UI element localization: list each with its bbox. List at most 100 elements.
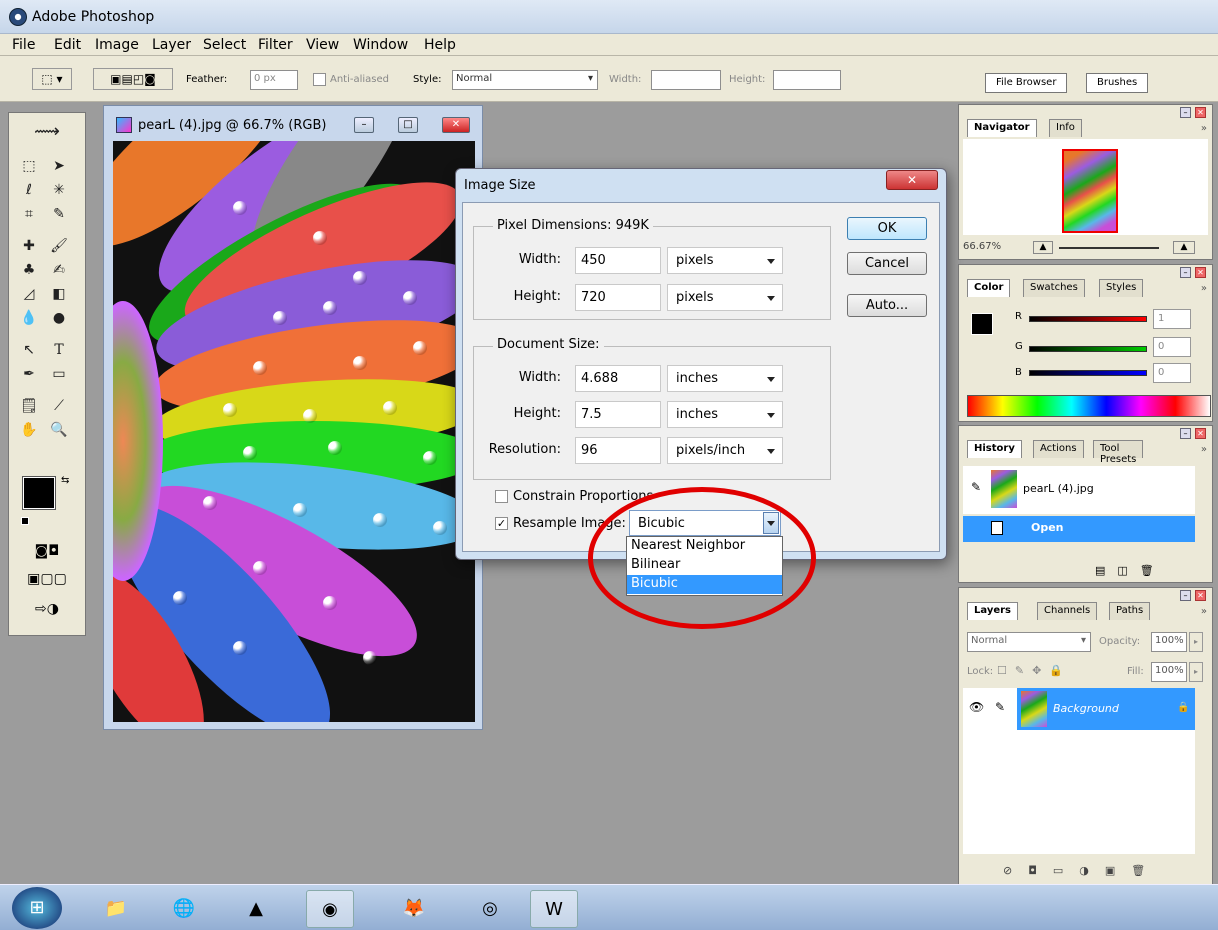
panel-close-icon[interactable]: ✕ bbox=[1195, 267, 1206, 278]
panel-close-icon[interactable]: ✕ bbox=[1195, 428, 1206, 439]
fill-input[interactable]: 100% bbox=[1151, 662, 1187, 682]
cancel-button[interactable]: Cancel bbox=[847, 252, 927, 275]
zoom-slider[interactable] bbox=[1059, 247, 1159, 249]
firefox-icon[interactable]: 🦊 bbox=[390, 890, 438, 928]
b-value[interactable]: 0 bbox=[1153, 363, 1191, 383]
ok-button[interactable]: OK bbox=[847, 217, 927, 240]
clone-stamp-icon[interactable]: ♣ bbox=[17, 259, 41, 281]
g-slider[interactable] bbox=[1029, 346, 1147, 352]
panel-minimize-icon[interactable]: – bbox=[1180, 428, 1191, 439]
menu-select[interactable]: Select bbox=[203, 37, 246, 53]
zoom-out-icon[interactable]: ▲ bbox=[1033, 241, 1053, 254]
word-icon[interactable]: W bbox=[530, 890, 578, 928]
px-width-input[interactable]: 450 bbox=[575, 247, 661, 274]
magic-wand-icon[interactable]: ✳ bbox=[47, 179, 71, 201]
marquee-preset-picker-icon[interactable]: ⬚ ▾ bbox=[32, 68, 72, 90]
menu-help[interactable]: Help bbox=[424, 37, 456, 53]
eye-icon[interactable]: 👁 bbox=[969, 700, 984, 714]
px-width-unit-select[interactable]: pixels bbox=[667, 247, 783, 274]
default-colors-icon[interactable] bbox=[21, 517, 29, 525]
panel-menu-icon[interactable]: » bbox=[1201, 123, 1207, 134]
history-actions-icons[interactable]: ▤◫🗑 bbox=[1095, 564, 1205, 577]
resample-image-checkbox[interactable]: ✓ bbox=[495, 517, 508, 530]
move-tool-icon[interactable]: ➤ bbox=[47, 155, 71, 177]
zoom-tool-icon[interactable]: 🔍 bbox=[47, 419, 71, 441]
menu-filter[interactable]: Filter bbox=[258, 37, 293, 53]
start-button[interactable]: ⊞ bbox=[12, 887, 62, 929]
panel-minimize-icon[interactable]: – bbox=[1180, 590, 1191, 601]
network-icon[interactable]: 🌐 bbox=[160, 890, 208, 928]
jump-to-imageready-icon[interactable]: ⇨◑ bbox=[17, 601, 77, 621]
chrome-icon[interactable]: ◎ bbox=[466, 890, 514, 928]
layer-row-background[interactable]: 👁 ✎ Background 🔒 bbox=[963, 688, 1195, 730]
doc-height-unit-select[interactable]: inches bbox=[667, 401, 783, 428]
shape-tool-icon[interactable]: ▭ bbox=[47, 363, 71, 385]
notes-tool-icon[interactable]: 🗒 bbox=[17, 395, 41, 417]
layer-actions-icons[interactable]: ⊘◘▭◑▣🗑 bbox=[1003, 864, 1203, 877]
fill-arrow-icon[interactable]: ▸ bbox=[1189, 662, 1203, 682]
menu-image[interactable]: Image bbox=[95, 37, 139, 53]
file-browser-tab[interactable]: File Browser bbox=[985, 73, 1068, 93]
blur-tool-icon[interactable]: 💧 bbox=[17, 307, 41, 329]
document-window[interactable]: pearL (4).jpg @ 66.7% (RGB) – □ ✕ bbox=[103, 105, 483, 730]
dodge-tool-icon[interactable]: ● bbox=[47, 307, 71, 329]
style-select[interactable]: Normal ▾ bbox=[452, 70, 598, 90]
dialog-close-icon[interactable]: ✕ bbox=[886, 170, 938, 190]
brushes-tab[interactable]: Brushes bbox=[1086, 73, 1149, 93]
screen-mode-icon[interactable]: ▣▢▢ bbox=[17, 571, 77, 591]
panel-minimize-icon[interactable]: – bbox=[1180, 107, 1191, 118]
tab-actions[interactable]: Actions bbox=[1033, 440, 1084, 458]
close-icon[interactable]: ✕ bbox=[442, 117, 470, 133]
height-input[interactable] bbox=[773, 70, 841, 90]
photoshop-taskbar-icon[interactable]: ◉ bbox=[306, 890, 354, 928]
blend-mode-select[interactable]: Normal ▾ bbox=[967, 632, 1091, 652]
panel-menu-icon[interactable]: » bbox=[1201, 606, 1207, 617]
panel-close-icon[interactable]: ✕ bbox=[1195, 107, 1206, 118]
b-slider[interactable] bbox=[1029, 370, 1147, 376]
foreground-color-swatch[interactable] bbox=[22, 476, 56, 510]
antialiased-checkbox[interactable] bbox=[313, 73, 326, 86]
marquee-tool-icon[interactable]: ⬚ bbox=[17, 155, 41, 177]
tab-color[interactable]: Color bbox=[967, 279, 1011, 297]
zoom-in-icon[interactable]: ▲ bbox=[1173, 241, 1195, 254]
history-brush-icon[interactable]: ✍ bbox=[47, 259, 71, 281]
pen-tool-icon[interactable]: ✒ bbox=[17, 363, 41, 385]
menu-window[interactable]: Window bbox=[353, 37, 408, 53]
menu-edit[interactable]: Edit bbox=[54, 37, 81, 53]
tab-paths[interactable]: Paths bbox=[1109, 602, 1151, 620]
tab-channels[interactable]: Channels bbox=[1037, 602, 1098, 620]
adobe-online-icon[interactable]: ⟿ bbox=[13, 121, 81, 149]
tab-history[interactable]: History bbox=[967, 440, 1022, 458]
selection-mode-icons[interactable]: ▣▤◰◙ bbox=[93, 68, 173, 90]
lock-icons[interactable]: ☐✎✥🔒 bbox=[997, 664, 1071, 677]
panel-menu-icon[interactable]: » bbox=[1201, 444, 1207, 455]
eraser-tool-icon[interactable]: ◿ bbox=[17, 283, 41, 305]
navigator-preview[interactable] bbox=[963, 139, 1208, 235]
r-slider[interactable] bbox=[1029, 316, 1147, 322]
resolution-input[interactable]: 96 bbox=[575, 437, 661, 464]
brush-link-icon[interactable]: ✎ bbox=[995, 700, 1005, 714]
opacity-input[interactable]: 100% bbox=[1151, 632, 1187, 652]
lasso-tool-icon[interactable]: ℓ bbox=[17, 179, 41, 201]
doc-width-input[interactable]: 4.688 bbox=[575, 365, 661, 392]
tab-info[interactable]: Info bbox=[1049, 119, 1082, 137]
tab-styles[interactable]: Styles bbox=[1099, 279, 1144, 297]
fg-color-swatch[interactable] bbox=[971, 313, 993, 335]
healing-brush-icon[interactable]: ✚ bbox=[17, 235, 41, 257]
hand-tool-icon[interactable]: ✋ bbox=[17, 419, 41, 441]
width-input[interactable] bbox=[651, 70, 721, 90]
menu-view[interactable]: View bbox=[306, 37, 339, 53]
menu-file[interactable]: File bbox=[12, 37, 35, 53]
tab-swatches[interactable]: Swatches bbox=[1023, 279, 1085, 297]
brush-tool-icon[interactable]: 🖌 bbox=[47, 235, 71, 257]
history-snapshot-row[interactable]: ✎ pearL (4).jpg bbox=[963, 466, 1195, 514]
explorer-icon[interactable]: 📁 bbox=[92, 890, 140, 928]
gradient-tool-icon[interactable]: ◧ bbox=[47, 283, 71, 305]
color-ramp[interactable] bbox=[967, 395, 1211, 417]
tab-tool-presets[interactable]: Tool Presets bbox=[1093, 440, 1144, 465]
opacity-arrow-icon[interactable]: ▸ bbox=[1189, 632, 1203, 652]
auto-button[interactable]: Auto... bbox=[847, 294, 927, 317]
path-selection-icon[interactable]: ↖ bbox=[17, 339, 41, 361]
resolution-unit-select[interactable]: pixels/inch bbox=[667, 437, 783, 464]
panel-menu-icon[interactable]: » bbox=[1201, 283, 1207, 294]
